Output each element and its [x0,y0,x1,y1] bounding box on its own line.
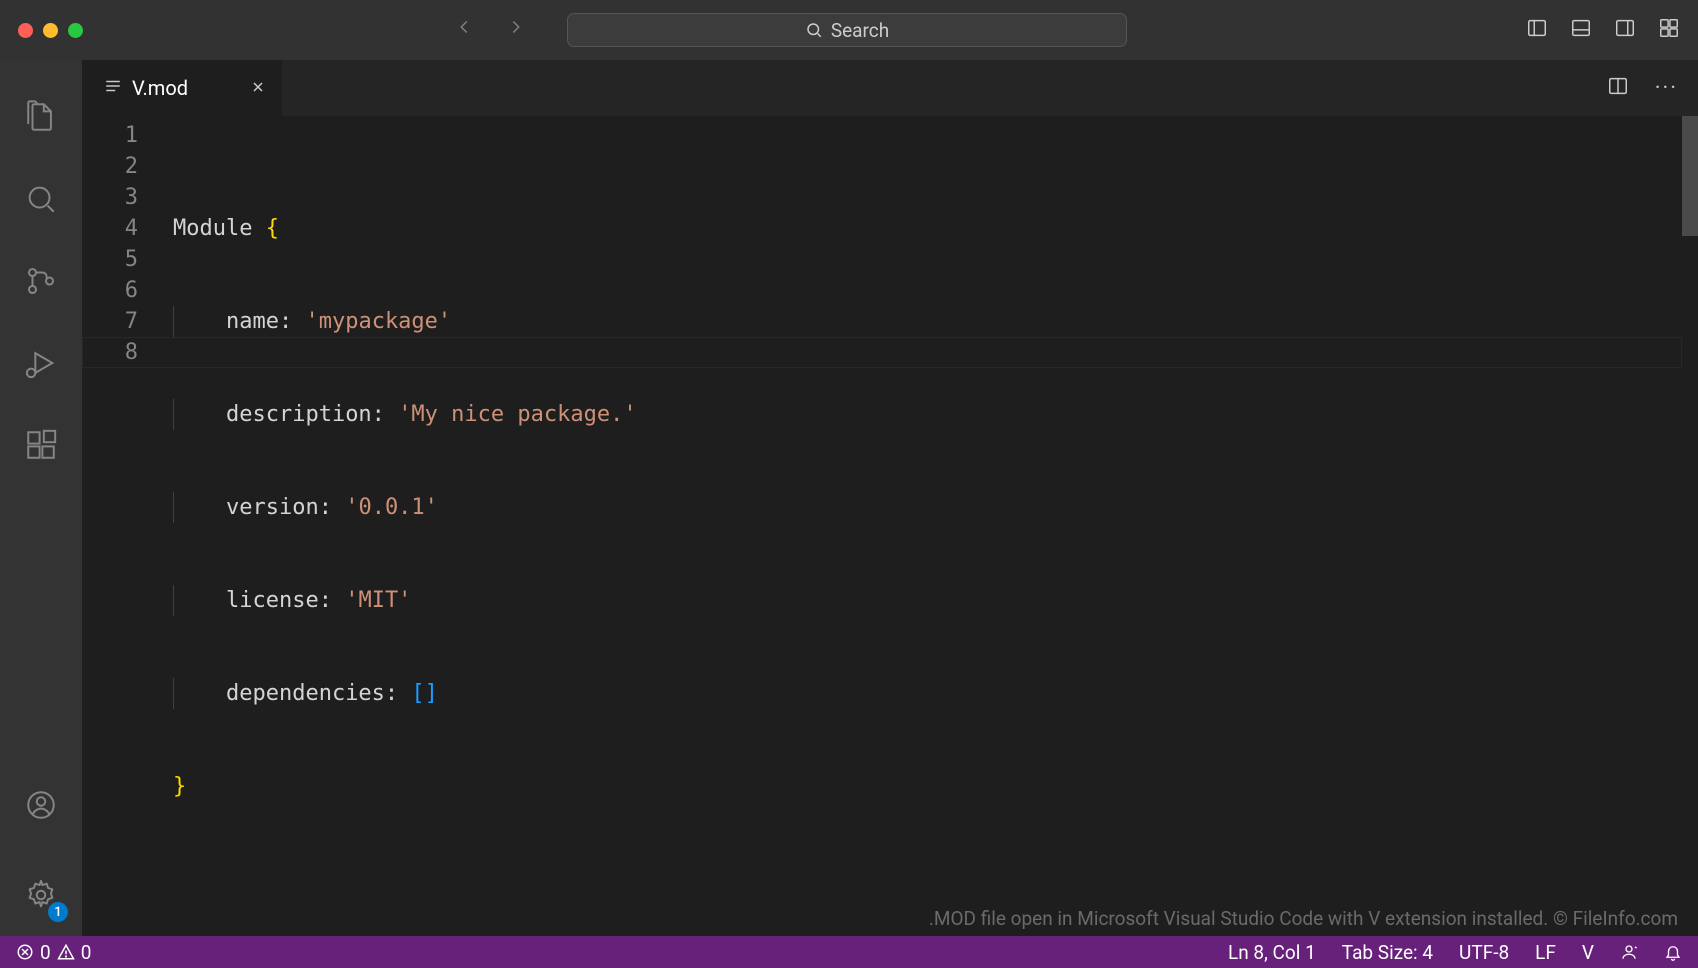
code-token: description: [226,402,385,427]
line-number: 6 [82,275,138,306]
search-icon [24,182,58,216]
current-line-highlight [82,337,1682,368]
line-number: 5 [82,244,138,275]
activity-settings[interactable]: 1 [0,854,82,936]
command-center-search[interactable]: Search [567,13,1127,47]
code-editor[interactable]: 1 2 3 4 5 6 7 8 Module { name: 'mypackag… [82,116,1698,957]
watermark-text: .MOD file open in Microsoft Visual Studi… [929,907,1678,930]
line-number: 3 [82,182,138,213]
code-token: { [266,216,279,241]
line-number: 7 [82,306,138,337]
line-numbers-gutter: 1 2 3 4 5 6 7 8 [82,120,172,957]
toggle-panel-icon[interactable] [1570,17,1592,43]
settings-badge: 1 [48,902,68,922]
status-left: 0 0 [16,941,91,964]
activity-bar: 1 [0,60,82,936]
window-maximize-button[interactable] [68,23,83,38]
files-icon [24,100,58,134]
search-placeholder: Search [831,19,889,42]
split-editor-button[interactable] [1607,75,1629,101]
code-token: '0.0.1' [345,495,438,520]
code-token: version: [226,495,332,520]
window-close-button[interactable] [18,23,33,38]
layout-controls [1526,17,1680,43]
code-token: 'mypackage' [305,309,451,334]
title-bar: Search [0,0,1698,60]
main-area: 1 V.mod ··· 1 2 3 [0,60,1698,936]
status-problems[interactable]: 0 0 [16,941,91,964]
file-icon [104,76,122,100]
code-token: dependencies: [226,681,398,706]
code-content: Module { name: 'mypackage' description: … [172,120,1698,957]
activity-accounts[interactable] [0,764,82,846]
warning-icon [57,943,75,961]
debug-icon [24,346,58,380]
line-number: 2 [82,151,138,182]
extensions-icon [24,428,58,462]
toggle-primary-sidebar-icon[interactable] [1526,17,1548,43]
editor-actions: ··· [1607,60,1698,116]
close-icon [250,79,266,95]
code-token: 'My nice package.' [398,402,636,427]
code-token: name: [226,309,292,334]
error-count: 0 [40,941,51,964]
editor-tabs: V.mod ··· [82,60,1698,116]
activity-source-control[interactable] [0,240,82,322]
window-controls [18,23,83,38]
activity-explorer[interactable] [0,76,82,158]
window-minimize-button[interactable] [43,23,58,38]
code-token: 'MIT' [345,588,411,613]
error-icon [16,943,34,961]
nav-forward-button[interactable] [505,16,527,44]
code-token: } [173,774,186,799]
line-number: 8 [82,337,138,368]
split-icon [1607,75,1629,97]
code-token: Module [173,216,266,241]
tab-filename: V.mod [132,76,188,100]
editor-area: V.mod ··· 1 2 3 4 5 6 7 8 [82,60,1698,936]
code-token: license: [226,588,332,613]
tab-close-button[interactable] [250,76,266,100]
line-number: 4 [82,213,138,244]
customize-layout-icon[interactable] [1658,17,1680,43]
nav-arrows [453,16,527,44]
nav-back-button[interactable] [453,16,475,44]
activity-extensions[interactable] [0,404,82,486]
toggle-secondary-sidebar-icon[interactable] [1614,17,1636,43]
code-token: [] [411,681,438,706]
more-actions-button[interactable]: ··· [1655,76,1678,101]
activity-run-debug[interactable] [0,322,82,404]
line-number: 1 [82,120,138,151]
scrollbar-thumb[interactable] [1682,116,1698,236]
account-icon [24,788,58,822]
search-icon [805,21,823,39]
editor-tab-active[interactable]: V.mod [82,60,282,116]
source-control-icon [24,264,58,298]
activity-search[interactable] [0,158,82,240]
